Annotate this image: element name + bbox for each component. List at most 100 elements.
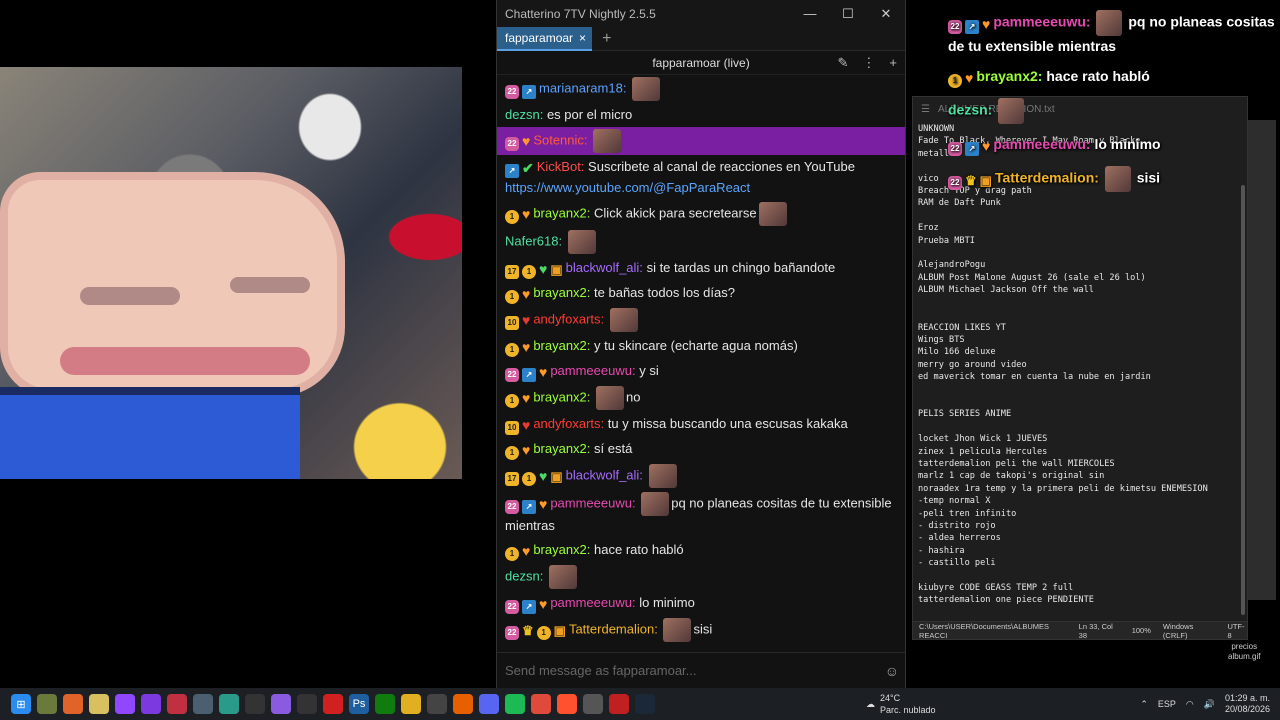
- emote-image[interactable]: [567, 230, 596, 254]
- message-input[interactable]: Send message as fapparamoar... ☺: [497, 652, 905, 688]
- obs-icon[interactable]: [141, 694, 161, 714]
- firefox-icon[interactable]: [453, 694, 473, 714]
- weather-widget[interactable]: ☁ 24°C Parc. nublado: [866, 692, 936, 716]
- close-button[interactable]: ✕: [867, 6, 905, 22]
- chat-message[interactable]: 1 ♥ brayanx2: no: [497, 384, 905, 412]
- chat-username[interactable]: pammeeeuwu:: [550, 363, 635, 378]
- steam-icon[interactable]: [635, 694, 655, 714]
- chat-username[interactable]: pammeeeuwu:: [550, 495, 635, 510]
- discord-icon[interactable]: [479, 694, 499, 714]
- chat-message[interactable]: 22 ↗ ♥ pammeeeuwu: pq no planeas cositas de…: [497, 490, 905, 538]
- chat-message[interactable]: 10 ♥ andyfoxarts: tu y missa buscando una …: [497, 412, 905, 437]
- chat-message[interactable]: 10 ♥ andyfoxarts:: [497, 306, 905, 334]
- folder-icon[interactable]: [401, 694, 421, 714]
- add-tab-button[interactable]: +: [602, 30, 611, 48]
- chatterino-taskbar-icon[interactable]: [271, 694, 291, 714]
- chat-message[interactable]: Nafer618:: [497, 228, 905, 256]
- app-icon-9[interactable]: [427, 694, 447, 714]
- chat-username[interactable]: blackwolf_ali:: [566, 467, 643, 482]
- emote-image[interactable]: [1104, 166, 1131, 192]
- chat-username[interactable]: blackwolf_ali:: [566, 260, 643, 275]
- app-icon-5[interactable]: [193, 694, 213, 714]
- chat-username[interactable]: andyfoxarts:: [533, 416, 604, 431]
- edit-icon[interactable]: ✎: [838, 55, 849, 71]
- emote-image[interactable]: [758, 202, 787, 226]
- emote-image[interactable]: [1096, 10, 1123, 36]
- chat-message[interactable]: ↗ ✔ KickBot: Suscribete al canal de reacci…: [497, 155, 905, 200]
- chat-username[interactable]: brayanx2:: [533, 338, 590, 353]
- chat-username[interactable]: pammeeeuwu:: [550, 595, 635, 610]
- volume-icon[interactable]: 🔊: [1204, 699, 1215, 710]
- chat-message[interactable]: 1 ♥ brayanx2: sí está: [497, 437, 905, 462]
- emote-image[interactable]: [632, 77, 661, 101]
- app-icon-8[interactable]: [323, 694, 343, 714]
- chat-message[interactable]: 22 ♥ Sotennic:: [497, 127, 905, 155]
- chat-username[interactable]: Sotennic:: [533, 132, 587, 147]
- wifi-icon[interactable]: ◠: [1186, 699, 1194, 710]
- minimize-button[interactable]: —: [791, 6, 829, 21]
- app-icon-6[interactable]: [219, 694, 239, 714]
- more-menu-icon[interactable]: ⋮: [862, 55, 875, 71]
- chat-message[interactable]: 17 1 ♥ ▣ blackwolf_ali:: [497, 462, 905, 490]
- notepad-taskbar-icon[interactable]: [245, 694, 265, 714]
- start-icon[interactable]: ⊞: [11, 694, 31, 714]
- emote-image[interactable]: [593, 129, 622, 153]
- maximize-button[interactable]: ☐: [829, 6, 867, 22]
- chat-username[interactable]: dezsn:: [505, 568, 543, 583]
- emote-image[interactable]: [548, 565, 577, 589]
- chat-username[interactable]: brayanx2:: [533, 205, 590, 220]
- chat-username[interactable]: Tatterdemalion:: [569, 621, 658, 636]
- chrome-icon[interactable]: [531, 694, 551, 714]
- chat-username[interactable]: brayanx2:: [533, 441, 590, 456]
- emote-image[interactable]: [663, 618, 692, 642]
- add-split-icon[interactable]: +: [889, 55, 897, 71]
- spotify-icon[interactable]: [505, 694, 525, 714]
- chat-username[interactable]: andyfoxarts:: [533, 311, 604, 326]
- xbox-icon[interactable]: [375, 694, 395, 714]
- app-icon-2[interactable]: [63, 694, 83, 714]
- emoji-icon[interactable]: ☺: [885, 663, 899, 679]
- notepad-menu-icon[interactable]: ☰: [921, 104, 930, 115]
- emote-image[interactable]: [609, 308, 638, 332]
- chat-message[interactable]: 1 ♥ brayanx2: Click akick para secretearse: [497, 200, 905, 228]
- message-list[interactable]: 22 ↗ marianaram18: dezsn: es por el micro 2…: [497, 75, 905, 652]
- twitch-icon[interactable]: [115, 694, 135, 714]
- chat-message[interactable]: 22 ♛ 1 ▣ Tatterdemalion: sisi: [497, 616, 905, 644]
- chat-username[interactable]: Nafer618:: [505, 233, 562, 248]
- chat-message[interactable]: 22 ↗ ♥ pammeeeuwu: y si: [497, 359, 905, 384]
- app-icon-11[interactable]: [609, 694, 629, 714]
- app-icon-1[interactable]: [37, 694, 57, 714]
- emote-image[interactable]: [596, 386, 625, 410]
- brave-icon[interactable]: [557, 694, 577, 714]
- chat-message[interactable]: 1 ♥ brayanx2: te bañas todos los días?: [497, 281, 905, 306]
- emote-image[interactable]: [998, 98, 1025, 124]
- tab-fapparamoar[interactable]: fapparamoar ×: [497, 26, 593, 51]
- app-icon-4[interactable]: [167, 694, 187, 714]
- chat-username[interactable]: KickBot:: [537, 159, 585, 174]
- tray-chevron-icon[interactable]: ⌃: [1140, 699, 1148, 710]
- app-icon-10[interactable]: [583, 694, 603, 714]
- clock[interactable]: 01:29 a. m. 20/08/2026: [1225, 693, 1270, 715]
- app-icon-3[interactable]: [89, 694, 109, 714]
- chat-message[interactable]: 22 ↗ marianaram18:: [497, 75, 905, 103]
- app-icon-7[interactable]: [297, 694, 317, 714]
- desktop-file[interactable]: precios album.gif: [1228, 642, 1260, 662]
- chat-message[interactable]: 17 1 ♥ ▣ blackwolf_ali: si te tardas un chin…: [497, 256, 905, 281]
- chat-message[interactable]: 1 ♥ brayanx2: hace rato habló: [497, 538, 905, 563]
- chat-username[interactable]: brayanx2:: [533, 285, 590, 300]
- emote-image[interactable]: [648, 464, 677, 488]
- emote-image[interactable]: [641, 492, 670, 516]
- language-indicator[interactable]: ESP: [1158, 699, 1176, 709]
- chat-message[interactable]: dezsn: es por el micro: [497, 103, 905, 127]
- chat-message[interactable]: 22 ↗ ♥ pammeeeuwu: lo minimo: [497, 591, 905, 616]
- chat-message[interactable]: 1 ♥ brayanx2: y tu skincare (echarte agua …: [497, 334, 905, 359]
- chat-username[interactable]: dezsn:: [505, 107, 543, 122]
- chat-username[interactable]: brayanx2:: [533, 542, 590, 557]
- photoshop-icon[interactable]: Ps: [349, 694, 369, 714]
- chat-link[interactable]: https://www.youtube.com/@FapParaReact: [505, 180, 750, 195]
- chat-username[interactable]: marianaram18:: [539, 80, 626, 95]
- tab-close-icon[interactable]: ×: [579, 31, 586, 45]
- chat-message[interactable]: dezsn:: [497, 563, 905, 591]
- chat-username[interactable]: brayanx2:: [533, 389, 590, 404]
- notepad-scrollbar[interactable]: [1241, 185, 1245, 615]
